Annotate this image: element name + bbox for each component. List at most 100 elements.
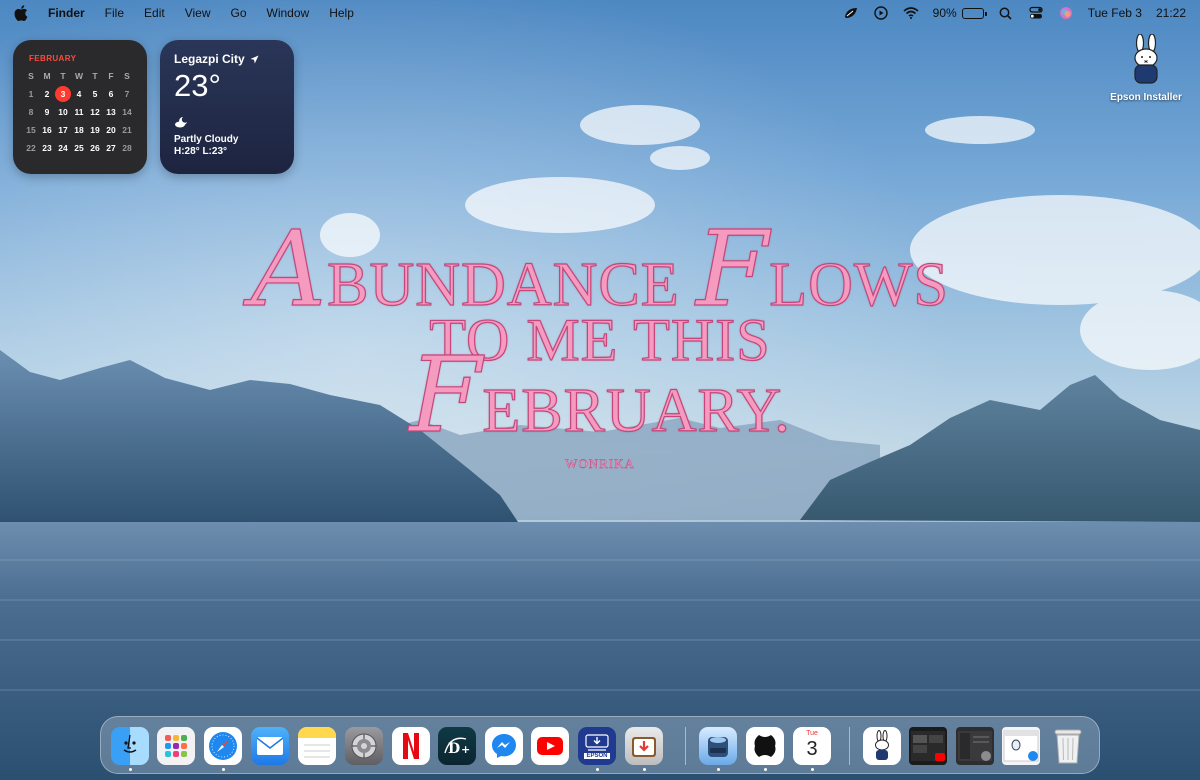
battery-percent: 90% — [932, 6, 957, 20]
calendar-day: 20 — [106, 125, 116, 135]
epson-label: EPSON — [584, 753, 610, 759]
menu-file[interactable]: File — [105, 6, 124, 20]
dock-calendar-day: Tue — [806, 730, 818, 737]
messenger-icon — [492, 734, 516, 758]
svg-text:+: + — [461, 743, 470, 756]
leaf-status-icon[interactable] — [843, 6, 859, 20]
calendar-widget[interactable]: FEBRUARY S M T W T F S 1 2 3 4 5 6 7 8 9 10 11 12 13 14 15 16 1… — [13, 40, 147, 174]
menu-bar-right: 90% Tue Feb 3 21:22 — [843, 6, 1186, 20]
desktop-icon-epson-installer[interactable]: Epson Installer — [1106, 33, 1186, 103]
calendar-day: 12 — [90, 107, 100, 117]
quote-author: WONRIKA — [565, 456, 635, 471]
dock-settings-window[interactable] — [956, 727, 994, 765]
calendar-day: 13 — [106, 107, 116, 117]
weather-city: Legazpi City — [174, 52, 245, 66]
dock-youtube[interactable] — [531, 727, 569, 765]
apple-icon[interactable] — [14, 5, 28, 21]
menu-go[interactable]: Go — [231, 6, 247, 20]
dock-launchpad[interactable] — [157, 727, 195, 765]
battery-status[interactable]: 90% — [932, 6, 987, 20]
dock-separator — [685, 727, 686, 765]
calendar-day: 2 — [44, 89, 50, 99]
running-dot-black-app — [764, 768, 767, 771]
desktop-icon-label: Epson Installer — [1110, 92, 1182, 103]
dock-system-settings[interactable] — [345, 727, 383, 765]
calendar-weekday-header: S — [28, 71, 34, 81]
calendar-day: 8 — [28, 107, 34, 117]
installer-icon — [632, 737, 656, 757]
calendar-day: 23 — [42, 143, 52, 153]
quote-initial-a: A — [250, 208, 328, 330]
dock-calendar[interactable]: Tue 3 — [793, 727, 831, 765]
running-dot-calendar — [811, 768, 814, 771]
dock-miffy-window[interactable] — [863, 727, 901, 765]
menu-time[interactable]: 21:22 — [1156, 6, 1186, 20]
disney-plus-icon: D + — [444, 737, 470, 757]
running-dot-finder — [129, 768, 132, 771]
epson-icon — [585, 734, 609, 751]
dock-youtube-window[interactable] — [909, 727, 947, 765]
weather-high-low: H:28° L:23° — [174, 146, 228, 157]
dock-black-app[interactable] — [746, 727, 784, 765]
dock-safari[interactable] — [204, 727, 242, 765]
finder-icon — [123, 734, 137, 753]
dock-separator-2 — [849, 727, 850, 765]
dock-disney-plus[interactable]: D + — [438, 727, 476, 765]
battery-icon — [961, 7, 987, 19]
dock-notes[interactable] — [298, 727, 336, 765]
control-center-icon[interactable] — [1028, 6, 1044, 20]
calendar-day: 11 — [74, 107, 84, 117]
notes-icon — [298, 727, 336, 758]
calendar-day: 5 — [92, 89, 98, 99]
calendar-month: FEBRUARY — [29, 54, 77, 63]
weather-widget[interactable]: Legazpi City 23° Partly Cloudy H:28° L:2… — [160, 40, 294, 174]
location-arrow-icon — [250, 55, 259, 63]
dock-epson[interactable]: EPSON — [578, 727, 616, 765]
menu-help[interactable]: Help — [329, 6, 354, 20]
dock-installer[interactable] — [625, 727, 663, 765]
play-circle-icon[interactable] — [873, 6, 889, 20]
launchpad-icon — [165, 735, 187, 757]
search-icon[interactable] — [998, 6, 1014, 20]
calendar-grid: S M T W T F S 1 2 3 4 5 6 7 8 9 10 11 12 13 14 15 16 17 18 19 20 21… — [23, 68, 137, 156]
dock-calendar-number: 3 — [806, 738, 818, 760]
calendar-day: 27 — [106, 143, 116, 153]
calendar-day: 7 — [124, 89, 130, 99]
dock-messenger[interactable] — [485, 727, 523, 765]
dock-trash[interactable] — [1049, 727, 1087, 765]
menu-bar: Finder File Edit View Go Window Help 90% — [0, 0, 1200, 26]
svg-text:D: D — [448, 741, 460, 757]
menu-app-name[interactable]: Finder — [48, 6, 85, 20]
calendar-day: 21 — [122, 125, 132, 135]
dock-safari-window[interactable] — [1002, 727, 1040, 765]
dock-disk[interactable] — [699, 727, 737, 765]
netflix-icon — [403, 733, 419, 759]
quote-line-3: FEBRUARY. — [200, 342, 1000, 447]
weather-condition: Partly Cloudy — [174, 134, 239, 145]
menu-view[interactable]: View — [185, 6, 211, 20]
menu-edit[interactable]: Edit — [144, 6, 165, 20]
wifi-icon[interactable] — [903, 6, 919, 20]
calendar-weekday-header: M — [43, 71, 51, 81]
settings-icon — [351, 733, 377, 759]
dock-netflix[interactable] — [392, 727, 430, 765]
calendar-day-today: 3 — [55, 86, 71, 102]
calendar-weekday-header: S — [124, 71, 130, 81]
weather-temperature: 23° — [174, 68, 221, 103]
safari-window-icon — [1003, 730, 1039, 762]
menu-date[interactable]: Tue Feb 3 — [1088, 6, 1142, 20]
miffy-installer-icon — [1126, 33, 1166, 86]
dock-mail[interactable] — [251, 727, 289, 765]
menu-window[interactable]: Window — [267, 6, 310, 20]
wallpaper-quote: ABUNDANCE FLOWS TO ME THIS FEBRUARY. WON… — [200, 216, 1000, 472]
calendar-day: 19 — [90, 125, 100, 135]
trash-icon — [1054, 729, 1082, 764]
quote-word-february: EBRUARY. — [482, 377, 791, 445]
dock-finder[interactable] — [111, 727, 149, 765]
calendar-weekday-header: W — [74, 71, 84, 81]
siri-icon[interactable] — [1058, 6, 1074, 20]
running-dot-epson — [596, 768, 599, 771]
calendar-day: 16 — [42, 125, 52, 135]
calendar-day: 6 — [108, 89, 114, 99]
calendar-day: 28 — [122, 143, 132, 153]
